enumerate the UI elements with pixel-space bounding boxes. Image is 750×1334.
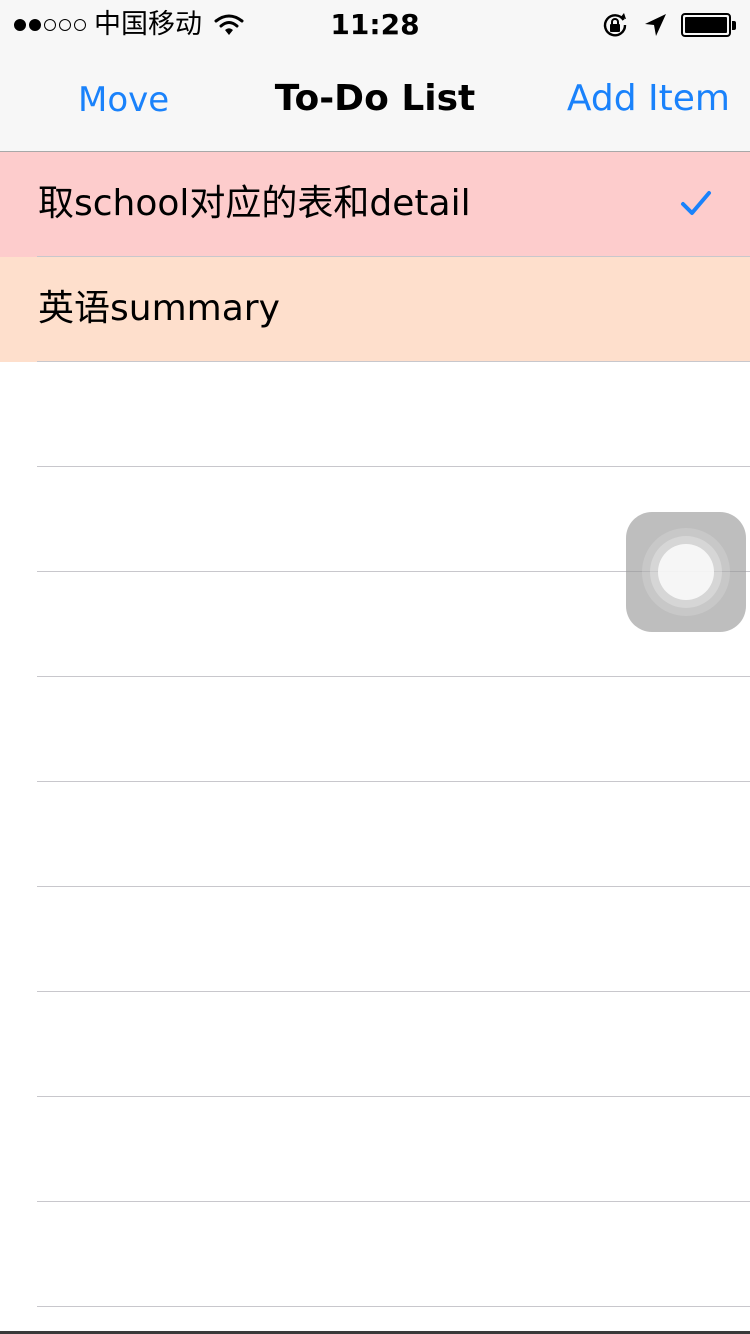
todo-item-label: 英语summary — [38, 288, 280, 329]
add-item-button[interactable]: Add Item — [567, 76, 730, 122]
todo-item-row[interactable]: 英语summary — [0, 257, 750, 362]
assistive-ring-inner — [658, 544, 714, 600]
todo-item-label: 取school对应的表和detail — [38, 183, 471, 224]
empty-row — [0, 362, 750, 467]
navigation-bar: Move To-Do List Add Item — [0, 50, 750, 152]
empty-row — [0, 1097, 750, 1202]
battery-tip — [732, 20, 736, 30]
location-arrow-icon — [645, 14, 666, 36]
status-bar: 中国移动 11:28 — [0, 0, 750, 50]
battery-icon — [681, 13, 736, 37]
battery-fill — [685, 17, 727, 33]
status-right — [601, 10, 736, 40]
orientation-lock-icon — [603, 13, 627, 37]
checkmark-icon — [681, 191, 711, 215]
empty-row — [0, 677, 750, 782]
todo-item-row[interactable]: 取school对应的表和detail — [0, 152, 750, 257]
empty-row — [0, 992, 750, 1097]
empty-row — [0, 782, 750, 887]
assistive-touch-button[interactable] — [626, 512, 746, 632]
battery-body — [681, 13, 731, 37]
todo-list: 取school对应的表和detail 英语summary — [0, 152, 750, 1307]
empty-row — [0, 1202, 750, 1307]
empty-row — [0, 887, 750, 992]
